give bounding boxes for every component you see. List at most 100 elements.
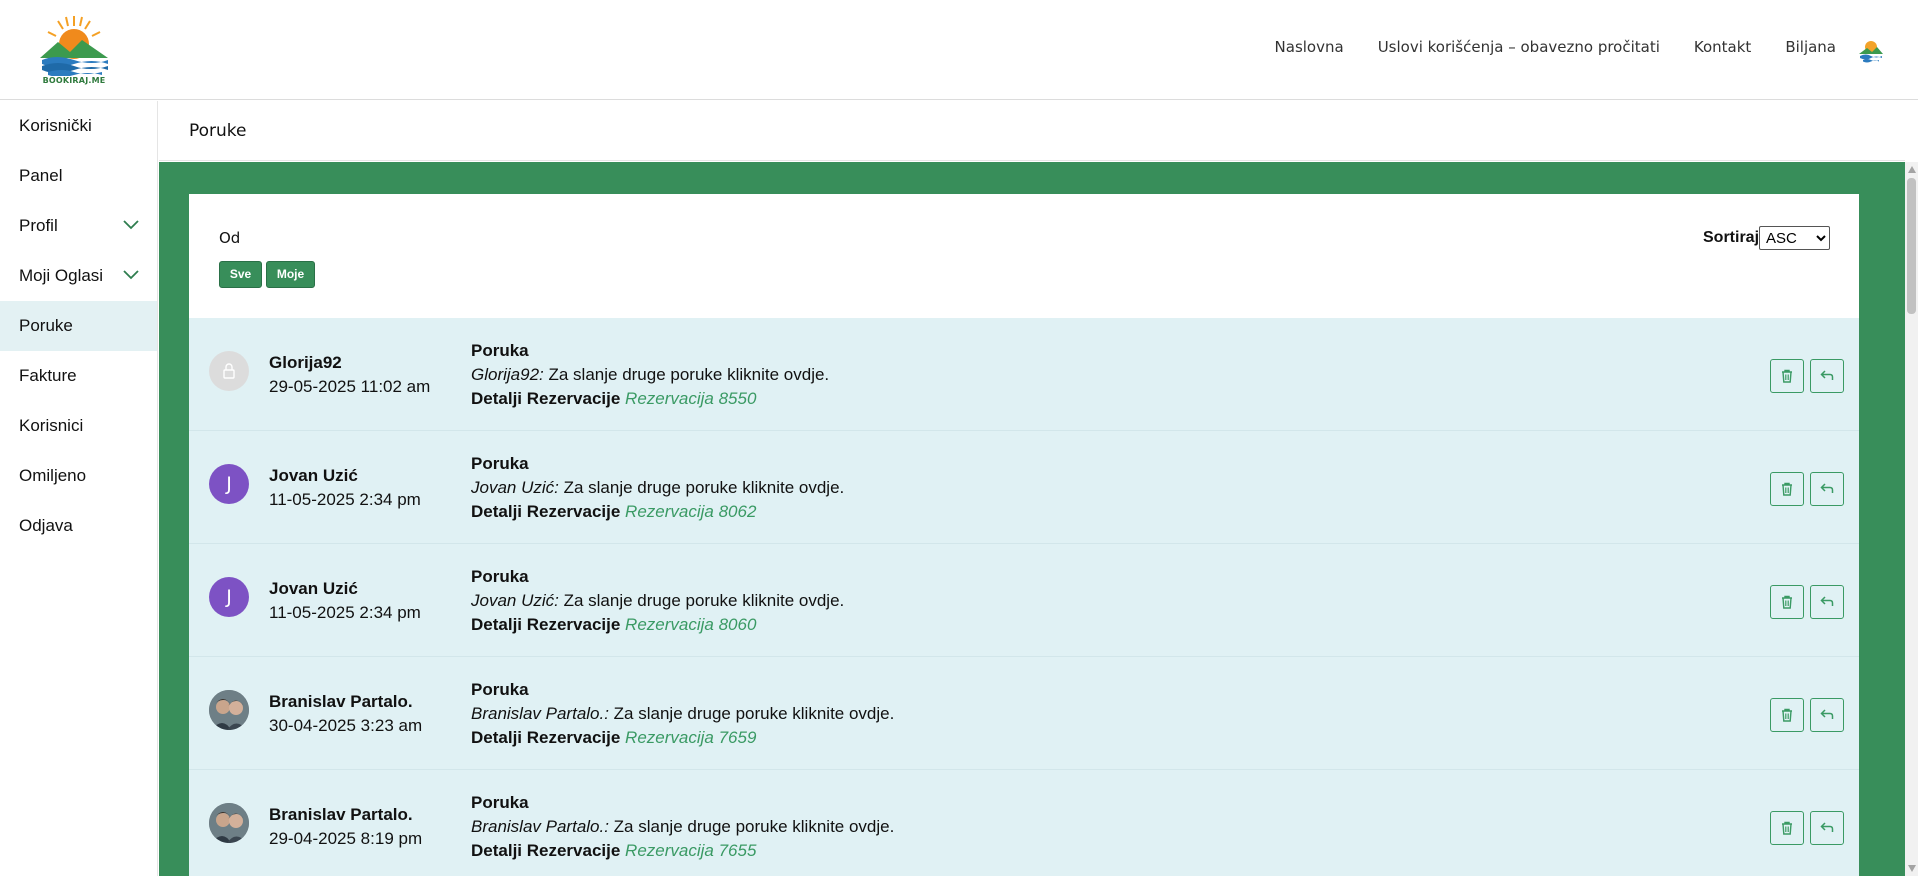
site-logo[interactable]: BOOKIRAJ.ME [36,14,112,88]
sidebar-item-fakture[interactable]: Fakture [0,351,157,401]
message-text: Za slanje druge poruke kliknite ovdje. [558,478,845,497]
nav-naslovna[interactable]: Naslovna [1275,38,1344,56]
sidebar-item-label: Omiljeno [19,466,87,485]
page-title-bar: Poruke [159,101,1905,161]
reservation-details: Detalji Rezervacije Rezervacija 8550 [471,389,756,409]
reservation-details: Detalji Rezervacije Rezervacija 7659 [471,728,756,748]
message-row[interactable]: J Jovan Uzić 11-05-2025 2:34 pm Poruka J… [189,544,1859,657]
message-text: Za slanje druge poruke kliknite ovdje. [608,817,895,836]
message-heading: Poruka [471,341,529,360]
delete-button[interactable] [1770,585,1804,619]
sidebar-item-label: Korisnici [19,416,84,435]
sidebar-item-moji-oglasi[interactable]: Moji Oglasi [0,251,157,301]
sidebar-item-korisnici[interactable]: Korisnici [0,401,157,451]
sender-name: Jovan Uzić [269,466,358,485]
reply-button[interactable] [1810,472,1844,506]
trash-icon [1782,708,1792,722]
message-author: Glorija92: [471,365,544,384]
nav-kontakt[interactable]: Kontakt [1694,38,1751,56]
messages-panel: Od Sve Moje Sortiraj ASC Glorija92 29-05… [189,194,1859,876]
reply-button[interactable] [1810,585,1844,619]
message-author: Branislav Partalo.: [471,704,609,723]
profile-photo-icon [209,690,249,730]
reservation-label: Detalji Rezervacije [471,615,621,634]
reservation-link[interactable]: Rezervacija 7659 [625,728,756,747]
scroll-down-arrow-icon[interactable] [1908,865,1916,872]
scrollbar-thumb[interactable] [1907,178,1916,314]
message-row[interactable]: Glorija92 29-05-2025 11:02 am Poruka Glo… [189,318,1859,431]
trash-icon [1782,482,1792,496]
message-list: Glorija92 29-05-2025 11:02 am Poruka Glo… [189,318,1859,876]
message-heading: Poruka [471,680,529,699]
message-date: 29-05-2025 11:02 am [269,377,431,396]
sidebar-item-label: Odjava [19,516,73,535]
sidebar-item-label: Fakture [19,366,77,385]
sender-avatar-photo [209,803,249,843]
reply-button[interactable] [1810,698,1844,732]
user-avatar[interactable] [1857,36,1885,64]
message-author: Jovan Uzić: [471,478,559,497]
message-date: 29-04-2025 8:19 pm [269,829,423,848]
reservation-link[interactable]: Rezervacija 7655 [625,841,756,860]
sidebar-item-label: Korisnički [19,116,92,135]
sender-name: Branislav Partalo. [269,692,413,711]
message-body[interactable]: Jovan Uzić: Za slanje druge poruke klikn… [471,591,844,611]
sidebar-item-omiljeno[interactable]: Omiljeno [0,451,157,501]
sender-avatar-photo [209,690,249,730]
sort-label: Sortiraj [1703,229,1760,246]
message-body[interactable]: Branislav Partalo.: Za slanje druge poru… [471,704,894,724]
nav-uslovi[interactable]: Uslovi korišćenja – obavezno pročitati [1378,38,1660,56]
nav-user-biljana[interactable]: Biljana [1785,38,1836,56]
message-row[interactable]: Branislav Partalo. 29-04-2025 8:19 pm Po… [189,770,1859,876]
reservation-link[interactable]: Rezervacija 8060 [625,615,756,634]
sidebar-item-profil[interactable]: Profil [0,201,157,251]
logo-text: BOOKIRAJ.ME [42,76,106,85]
reservation-link[interactable]: Rezervacija 8550 [625,389,756,408]
message-body[interactable]: Branislav Partalo.: Za slanje druge poru… [471,817,894,837]
reply-icon [1820,370,1834,380]
reservation-label: Detalji Rezervacije [471,502,621,521]
chevron-down-icon [123,270,139,280]
delete-button[interactable] [1770,811,1804,845]
message-row[interactable]: J Jovan Uzić 11-05-2025 2:34 pm Poruka J… [189,431,1859,544]
top-header: BOOKIRAJ.ME Naslovna Uslovi korišćenja –… [0,0,1918,100]
reservation-link[interactable]: Rezervacija 8062 [625,502,756,521]
sidebar-item-label: Panel [19,166,63,185]
message-heading: Poruka [471,567,529,586]
message-text: Za slanje druge poruke kliknite ovdje. [608,704,895,723]
filter-mine-button[interactable]: Moje [266,261,315,288]
reservation-label: Detalji Rezervacije [471,841,621,860]
sidebar-item-panel[interactable]: Panel [0,151,157,201]
message-date: 11-05-2025 2:34 pm [269,490,421,509]
sender-name: Branislav Partalo. [269,805,413,824]
filter-label: Od [219,229,241,247]
sender-name: Jovan Uzić [269,579,358,598]
filter-all-button[interactable]: Sve [219,261,262,288]
sidebar-item-poruke[interactable]: Poruke [0,301,157,351]
message-body[interactable]: Glorija92: Za slanje druge poruke klikni… [471,365,829,385]
reservation-details: Detalji Rezervacije Rezervacija 8060 [471,615,756,635]
reservation-details: Detalji Rezervacije Rezervacija 8062 [471,502,756,522]
sidebar-item-label: Moji Oglasi [19,266,104,285]
delete-button[interactable] [1770,472,1804,506]
sort-select[interactable]: ASC [1759,226,1830,250]
sidebar-item-korisnicki[interactable]: Korisnički [0,101,157,151]
message-heading: Poruka [471,454,529,473]
page-scrollbar[interactable] [1905,162,1918,876]
reply-button[interactable] [1810,811,1844,845]
profile-photo-icon [209,803,249,843]
chevron-down-icon [123,220,139,230]
message-author: Branislav Partalo.: [471,817,609,836]
sender-name: Glorija92 [269,353,342,372]
delete-button[interactable] [1770,359,1804,393]
delete-button[interactable] [1770,698,1804,732]
message-row[interactable]: Branislav Partalo. 30-04-2025 3:23 am Po… [189,657,1859,770]
sidebar-item-odjava[interactable]: Odjava [0,501,157,551]
message-text: Za slanje druge poruke kliknite ovdje. [558,591,845,610]
sidebar: Korisnički Panel Profil Moji Oglasi Poru… [0,101,158,876]
scroll-up-arrow-icon[interactable] [1908,166,1916,173]
message-body[interactable]: Jovan Uzić: Za slanje druge poruke klikn… [471,478,844,498]
reply-button[interactable] [1810,359,1844,393]
message-date: 30-04-2025 3:23 am [269,716,423,735]
reply-icon [1820,822,1834,832]
